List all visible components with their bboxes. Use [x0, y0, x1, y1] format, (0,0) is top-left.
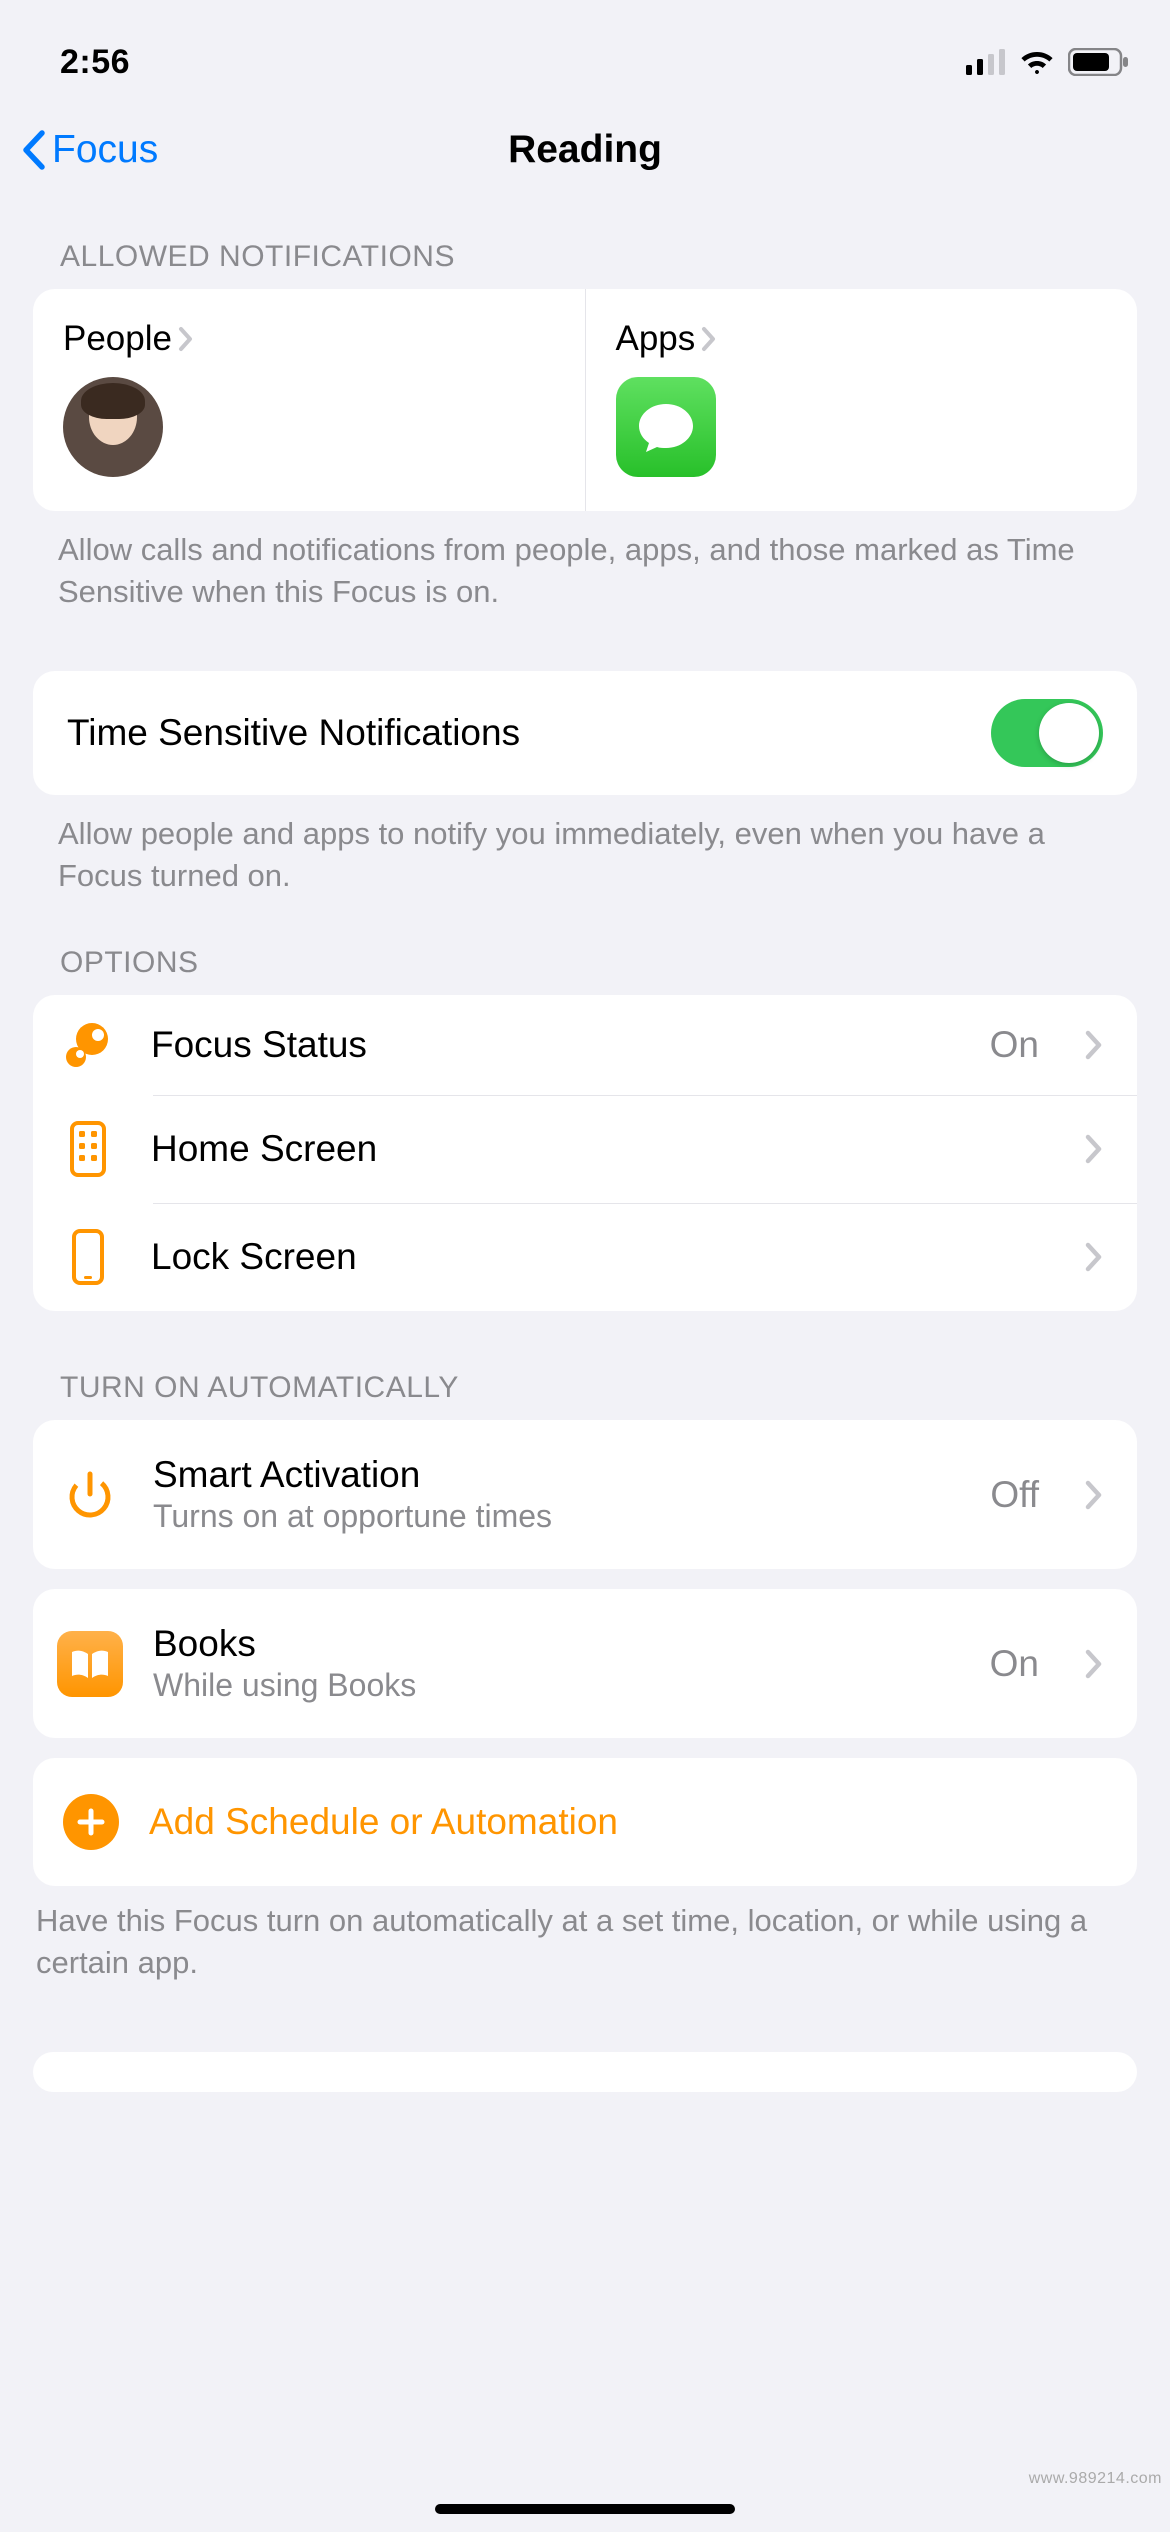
books-row[interactable]: Books While using Books On	[33, 1589, 1137, 1738]
allowed-row: People Apps	[33, 289, 1137, 511]
chevron-right-icon	[1085, 1242, 1103, 1272]
cellular-signal-icon	[966, 49, 1006, 75]
chevron-left-icon	[20, 129, 46, 171]
time-sensitive-toggle[interactable]	[991, 699, 1103, 767]
chevron-right-icon	[1085, 1480, 1103, 1510]
back-button[interactable]: Focus	[20, 128, 158, 172]
auto-value: Off	[990, 1474, 1039, 1516]
power-icon	[57, 1468, 123, 1522]
add-schedule-card: Add Schedule or Automation	[33, 1758, 1137, 1886]
people-label: People	[63, 319, 172, 359]
apps-label: Apps	[616, 319, 696, 359]
option-title: Lock Screen	[151, 1236, 1009, 1278]
option-title: Focus Status	[151, 1024, 960, 1066]
books-app-icon	[57, 1631, 123, 1697]
auto-title: Books	[153, 1623, 960, 1665]
status-time: 2:56	[60, 43, 130, 82]
chevron-right-icon	[701, 326, 717, 352]
home-screen-icon	[55, 1121, 121, 1177]
chevron-right-icon	[1085, 1649, 1103, 1679]
smart-activation-card: Smart Activation Turns on at opportune t…	[33, 1420, 1137, 1569]
status-right	[966, 48, 1130, 76]
time-sensitive-row: Time Sensitive Notifications	[33, 671, 1137, 795]
lock-screen-icon	[55, 1229, 121, 1285]
allowed-header: ALLOWED NOTIFICATIONS	[0, 200, 1170, 289]
next-card-peek	[33, 2052, 1137, 2092]
time-sensitive-footer: Allow people and apps to notify you imme…	[0, 795, 1170, 897]
focus-status-icon	[55, 1021, 121, 1069]
option-title: Home Screen	[151, 1128, 1009, 1170]
allowed-people-cell[interactable]: People	[33, 289, 586, 511]
allowed-footer: Allow calls and notifications from peopl…	[0, 511, 1170, 613]
options-header: OPTIONS	[0, 896, 1170, 995]
wifi-icon	[1018, 48, 1056, 76]
lock-screen-row[interactable]: Lock Screen	[33, 1203, 1137, 1311]
time-sensitive-card: Time Sensitive Notifications	[33, 671, 1137, 795]
auto-sub: While using Books	[153, 1667, 960, 1704]
watermark: www.989214.com	[1029, 2470, 1162, 2488]
plus-icon	[63, 1794, 119, 1850]
auto-sub: Turns on at opportune times	[153, 1498, 960, 1535]
home-screen-row[interactable]: Home Screen	[33, 1095, 1137, 1203]
smart-activation-row[interactable]: Smart Activation Turns on at opportune t…	[33, 1420, 1137, 1569]
option-value: On	[990, 1024, 1039, 1066]
time-sensitive-label: Time Sensitive Notifications	[67, 712, 520, 754]
auto-footer: Have this Focus turn on automatically at…	[0, 1886, 1170, 1984]
auto-value: On	[990, 1643, 1039, 1685]
add-label: Add Schedule or Automation	[149, 1801, 618, 1843]
chevron-right-icon	[1085, 1030, 1103, 1060]
add-schedule-row[interactable]: Add Schedule or Automation	[33, 1758, 1137, 1886]
books-card: Books While using Books On	[33, 1589, 1137, 1738]
back-label: Focus	[52, 128, 158, 172]
nav-bar: Focus Reading	[0, 100, 1170, 200]
messages-app-icon	[616, 377, 716, 477]
person-avatar	[63, 377, 163, 477]
auto-header: TURN ON AUTOMATICALLY	[0, 1311, 1170, 1420]
status-bar: 2:56	[0, 0, 1170, 100]
options-card: Focus Status On Home Screen Lock Screen	[33, 995, 1137, 1311]
home-indicator[interactable]	[435, 2504, 735, 2514]
page-title: Reading	[508, 128, 662, 172]
allowed-card: People Apps	[33, 289, 1137, 511]
auto-title: Smart Activation	[153, 1454, 960, 1496]
chevron-right-icon	[1085, 1134, 1103, 1164]
focus-status-row[interactable]: Focus Status On	[33, 995, 1137, 1095]
chevron-right-icon	[178, 326, 194, 352]
allowed-apps-cell[interactable]: Apps	[586, 289, 1138, 511]
battery-icon	[1068, 48, 1130, 76]
content: ALLOWED NOTIFICATIONS People Apps	[0, 200, 1170, 2092]
